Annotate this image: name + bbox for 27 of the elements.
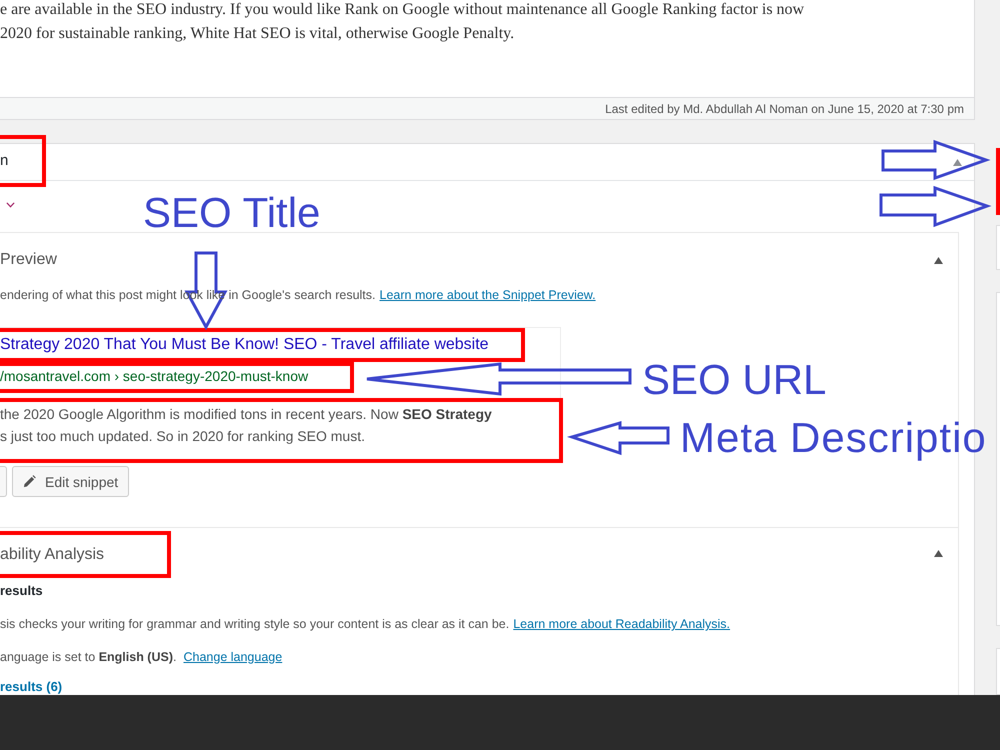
section-heading[interactable]: Preview bbox=[0, 251, 57, 268]
paragraph-line: 2020 for sustainable ranking, White Hat SEO is vital, otherwise Google Penalty. bbox=[0, 24, 516, 44]
highlight-frame bbox=[996, 148, 1000, 215]
learn-more-link[interactable]: Learn more about the Snippet Preview. bbox=[380, 288, 596, 302]
change-language-link[interactable]: Change language bbox=[183, 650, 282, 664]
results-link[interactable]: results (6) bbox=[0, 680, 62, 694]
metabox-title[interactable]: n bbox=[0, 151, 8, 171]
learn-more-link[interactable]: Learn more about Readability Analysis. bbox=[513, 617, 730, 631]
results-heading: results bbox=[0, 583, 44, 599]
triangle-up-icon[interactable] bbox=[934, 256, 943, 264]
status-text: Last edited by Md. Abdullah Al Noman on June 15, 2020 at 7:30 pm bbox=[605, 102, 964, 116]
edit-snippet-button[interactable]: Edit snippet bbox=[12, 466, 130, 497]
triangle-up-icon[interactable] bbox=[953, 158, 962, 166]
section-heading[interactable]: ability Analysis bbox=[0, 544, 104, 564]
annotation-label: Meta Descriptio bbox=[680, 417, 987, 459]
paragraph-line: e are available in the SEO industry. If you would like Rank on Google without maintenance all Google Ranking factor is now bbox=[0, 0, 806, 20]
pencil-icon bbox=[23, 475, 36, 488]
snippet-description-line: the 2020 Google Algorithm is modified tons in recent years. Now SEO Strategy bbox=[0, 405, 493, 424]
snippet-description-line: s just too much updated. So in 2020 for ranking SEO must. bbox=[0, 427, 366, 446]
chevron-down-icon[interactable] bbox=[6, 202, 15, 208]
snippet-url: /mosantravel.com › seo-strategy-2020-must-know bbox=[0, 367, 310, 385]
snippet-title: Strategy 2020 That You Must Be Know! SEO - Travel affiliate website bbox=[0, 335, 489, 355]
help-text: sis checks your writing for grammar and writing style so your content is as clear as it can be. Learn more about Readability Analysis. bbox=[0, 616, 732, 633]
annotation-label: SEO Title bbox=[143, 192, 320, 234]
language-text: anguage is set to English (US). Change language bbox=[0, 649, 284, 666]
annotation-label: SEO URL bbox=[642, 359, 826, 401]
triangle-up-icon[interactable] bbox=[934, 550, 943, 556]
